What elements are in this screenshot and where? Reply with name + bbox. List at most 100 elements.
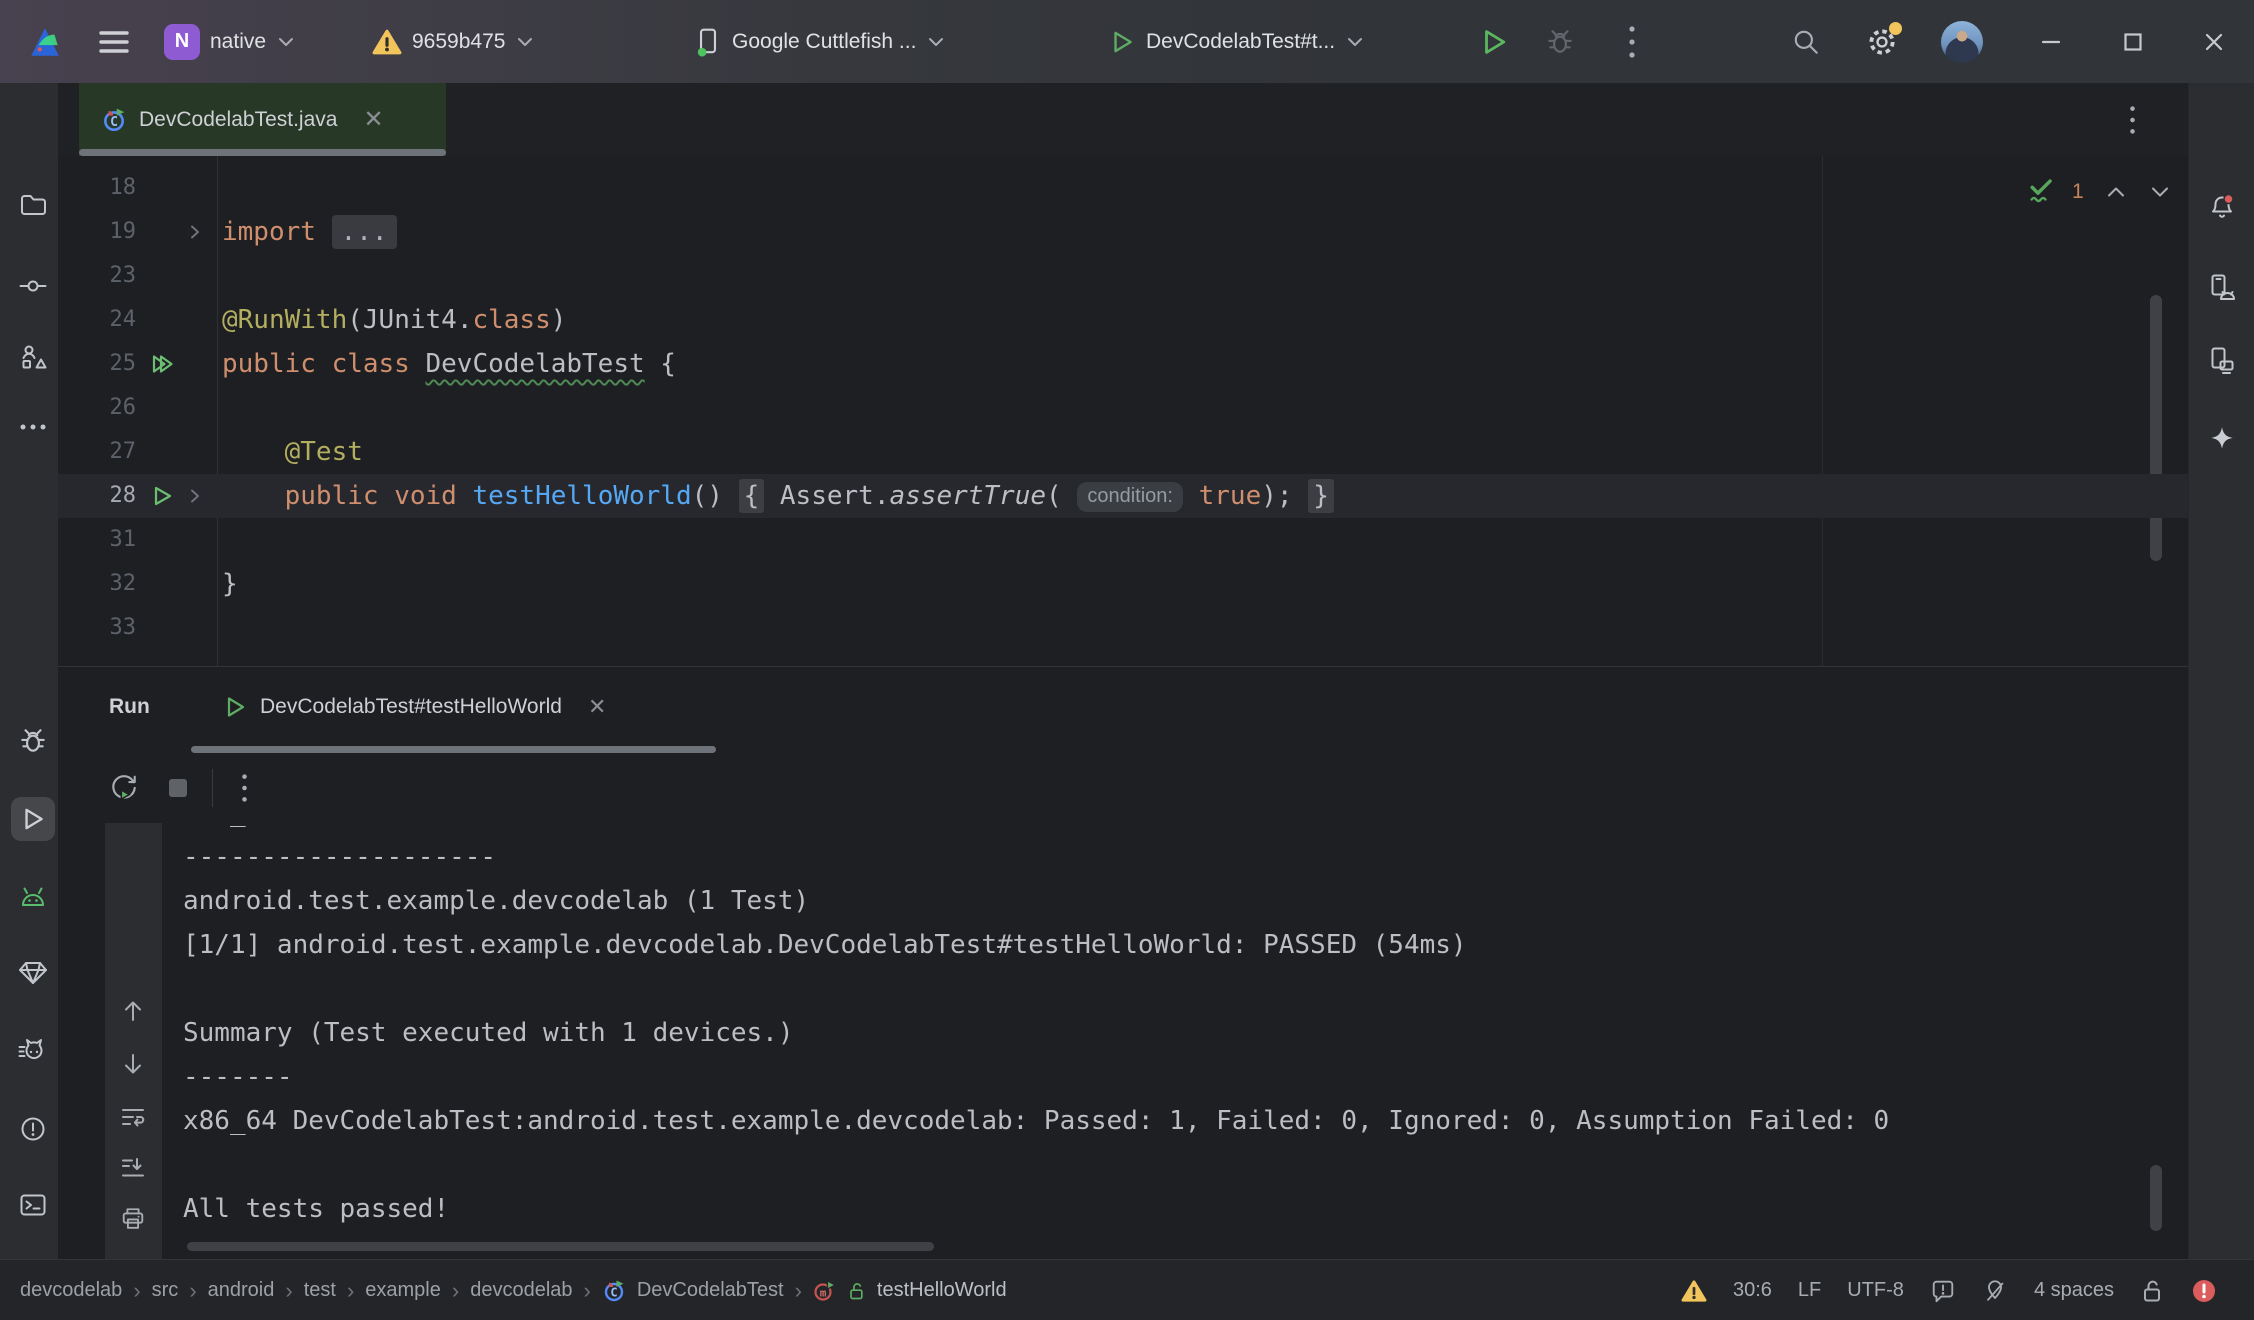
breadcrumb-item-method[interactable]: testHelloWorld [877,1279,1007,1302]
run-configuration-selector[interactable]: DevCodelabTest#t... [1108,0,1363,83]
code-editor[interactable]: 1 1819import ...2324@RunWith(JUnit4.clas… [58,156,2188,666]
editor-tab-devcodelabtest[interactable]: C DevCodelabTest.java ✕ [79,83,446,156]
soft-wrap-icon [120,1104,146,1130]
sidebar-item-app-quality-insights[interactable] [11,951,55,995]
breadcrumb-item[interactable]: example [365,1279,441,1302]
encoding-widget[interactable]: UTF-8 [1847,1279,1904,1302]
unlocked-icon [846,1280,866,1302]
code-line-23[interactable]: 23 [58,254,2188,298]
code-line-31[interactable]: 31 [58,518,2188,562]
line-separator-widget[interactable]: LF [1798,1279,1821,1302]
breadcrumb-item-class[interactable]: DevCodelabTest [637,1279,784,1302]
console-horizontal-scrollbar[interactable] [187,1242,934,1251]
console-line: x86_64 DevCodelabTest:android.test.examp… [183,1099,1889,1143]
sidebar-item-debug[interactable] [11,719,55,763]
code-line-27[interactable]: 27 @Test [58,430,2188,474]
main-menu-button[interactable] [98,0,130,83]
editor-tab-title: DevCodelabTest.java [139,108,337,132]
run-more-options-button[interactable] [222,753,266,823]
breadcrumb: devcodelab › src › android › test › exam… [20,1260,1007,1320]
soft-wrap-button[interactable] [111,1095,155,1139]
code-line-18[interactable]: 18 [58,166,2188,210]
user-profile-button[interactable] [1940,0,1984,83]
scroll-down-button[interactable] [111,1042,155,1086]
run-tab[interactable]: DevCodelabTest#testHelloWorld ✕ [208,667,620,746]
code-line-19[interactable]: 19import ... [58,210,2188,254]
line-number: 23 [58,254,136,298]
run-test-gutter-icon[interactable] [150,484,174,508]
run-tab-close-icon[interactable]: ✕ [588,696,606,718]
sidebar-item-gemini[interactable] [2200,417,2244,461]
code-line-26[interactable]: 26 [58,386,2188,430]
dashing-cat-icon [18,1037,48,1065]
run-tab-play-icon [222,694,248,720]
breadcrumb-item[interactable]: test [304,1279,336,1302]
run-button[interactable] [1472,0,1516,83]
stop-button[interactable] [156,753,200,823]
tab-close-icon[interactable]: ✕ [363,108,383,132]
status-bar: devcodelab › src › android › test › exam… [0,1259,2254,1320]
sidebar-item-terminal[interactable] [11,1183,55,1227]
vcs-widget[interactable]: 9659b475 [372,0,533,83]
rerun-icon [109,773,139,803]
sidebar-item-project[interactable] [11,183,55,227]
toolbar-divider [212,769,213,807]
sidebar-item-device-manager[interactable] [2200,266,2244,310]
console-vertical-scrollbar[interactable] [2150,1165,2162,1231]
device-phone-icon [694,27,722,57]
line-number: 19 [58,210,136,254]
sidebar-item-commit[interactable] [11,264,55,308]
sidebar-item-run[interactable] [11,797,55,841]
console-line: [1/1] android.test.example.devcodelab.De… [183,923,1467,967]
code-line-33[interactable]: 33 [58,606,2188,650]
test-method-icon: m [813,1279,839,1303]
highlighting-level-widget[interactable] [1982,1277,2008,1305]
fold-arrow-icon[interactable] [188,487,202,505]
sidebar-item-problems[interactable] [11,1107,55,1151]
run-toolbar [58,753,2188,823]
breadcrumb-item[interactable]: devcodelab [20,1279,122,1302]
device-selector[interactable]: Google Cuttlefish ... [694,0,944,83]
fold-arrow-icon[interactable] [188,223,202,241]
indent-widget[interactable]: 4 spaces [2034,1279,2114,1302]
warnings-widget[interactable] [1681,1279,1707,1303]
project-widget[interactable]: N native [164,0,294,83]
run-active-tab-indicator [191,746,716,753]
lock-widget[interactable] [2140,1278,2164,1304]
debug-button[interactable] [1538,0,1582,83]
code-line-25[interactable]: 25public class DevCodelabTest { [58,342,2188,386]
print-button[interactable] [111,1197,155,1241]
scroll-up-button[interactable] [111,989,155,1033]
breadcrumb-item[interactable]: devcodelab [470,1279,572,1302]
code-line-24[interactable]: 24@RunWith(JUnit4.class) [58,298,2188,342]
rerun-button[interactable] [102,753,146,823]
search-everywhere-button[interactable] [1784,0,1828,83]
code-line-28[interactable]: 28 public void testHelloWorld() { Assert… [58,474,2188,518]
more-actions-button[interactable] [1610,0,1654,83]
sidebar-item-more-tool-windows[interactable] [11,405,55,449]
todo-widget[interactable] [1930,1278,1956,1304]
chevron-down-icon [278,37,294,47]
window-maximize-button[interactable] [2111,0,2155,83]
sparkle-icon [2207,424,2237,454]
breadcrumb-item[interactable]: android [208,1279,275,1302]
scroll-to-end-button[interactable] [111,1146,155,1190]
sidebar-item-running-devices[interactable] [2200,339,2244,383]
tab-bar-options-button[interactable] [2110,83,2154,156]
breadcrumb-item[interactable]: src [152,1279,179,1302]
run-class-gutter-icon[interactable] [150,352,176,376]
console-output[interactable]: x86_64 DevCodelabTest-------------------… [183,823,2142,1260]
window-minimize-button[interactable] [2029,0,2073,83]
hamburger-menu-icon [98,29,130,55]
code-line-32[interactable]: 32} [58,562,2188,606]
caret-position-widget[interactable]: 30:6 [1733,1279,1772,1302]
sidebar-item-structure[interactable] [11,335,55,379]
sidebar-item-profiler[interactable] [11,1029,55,1073]
error-notification-widget[interactable] [2190,1277,2218,1305]
sidebar-item-notifications[interactable] [2200,185,2244,229]
window-close-button[interactable] [2192,0,2236,83]
settings-button[interactable] [1860,0,1904,83]
console-toolbar [105,823,162,1260]
sidebar-item-logcat[interactable] [11,875,55,919]
printer-icon [120,1206,146,1232]
